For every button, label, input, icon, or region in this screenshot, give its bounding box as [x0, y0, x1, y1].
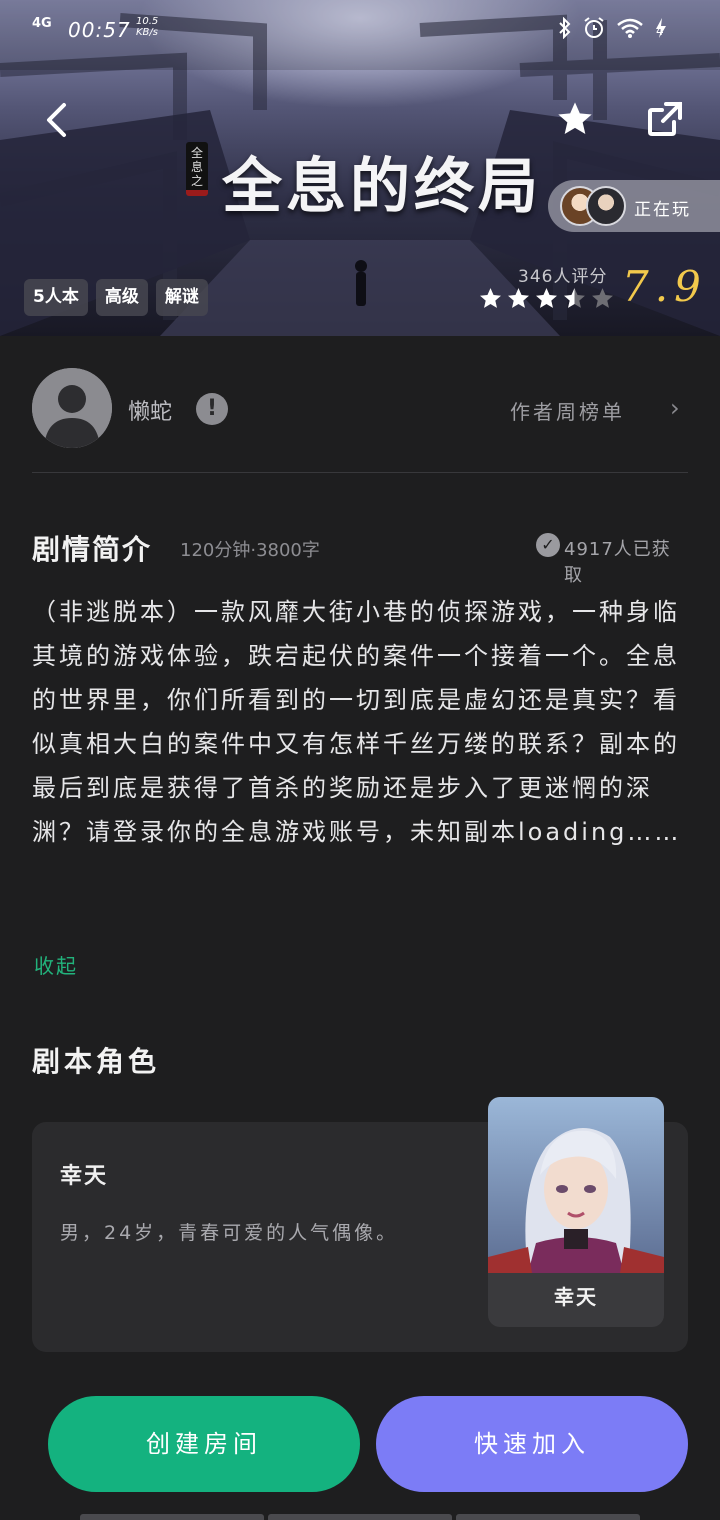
check-circle-icon: ✓	[536, 533, 560, 557]
now-playing-label: 正在玩	[634, 200, 691, 220]
share-button[interactable]	[642, 96, 688, 142]
share-icon	[648, 102, 682, 136]
rating-score: 7.9	[622, 262, 707, 311]
role-description: 男，24岁，青春可爱的人气偶像。	[60, 1222, 399, 1244]
network-speed-value: 10.5	[136, 16, 159, 27]
signal-indicator: 4G	[32, 16, 52, 31]
star-empty-icon	[592, 288, 613, 308]
default-avatar-icon	[32, 368, 112, 448]
chevron-right-icon[interactable]: ›	[670, 394, 680, 422]
status-bar: 4G 00:57 10.5 KB/s 4	[0, 0, 720, 64]
author-name: 懒蛇	[128, 400, 173, 425]
tag-difficulty: 高级	[95, 279, 148, 316]
star-full-icon	[536, 288, 557, 308]
quick-join-button[interactable]: 快速加入	[376, 1396, 688, 1492]
player-avatar	[586, 186, 626, 226]
player-avatars	[560, 186, 626, 226]
synopsis-body: （非逃脱本）一款风靡大街小巷的侦探游戏，一种身临其境的游戏体验，跌宕起伏的案件一…	[32, 598, 682, 846]
author-weekly-ranking-link[interactable]: 作者周榜单	[510, 396, 625, 425]
role-portrait-name: 幸天	[554, 1285, 598, 1309]
network-speed-unit: KB/s	[136, 27, 158, 38]
script-tags: 5人本 高级 解谜	[24, 279, 208, 316]
star-full-icon	[480, 288, 501, 308]
role-name: 幸天	[60, 1164, 109, 1189]
chevron-left-icon	[47, 103, 66, 137]
tag-genre: 解谜	[155, 279, 208, 316]
status-icons	[558, 16, 668, 40]
role-portrait-image	[488, 1097, 664, 1273]
rating-count: 346人评分	[518, 267, 608, 287]
exclamation-icon[interactable]: !	[196, 393, 228, 425]
title-seal-logo: 全息之	[186, 142, 208, 196]
author-row[interactable]: 懒蛇 ! 作者周榜单 ›	[32, 368, 688, 448]
star-icon	[558, 102, 592, 134]
collapse-link[interactable]: 收起	[34, 950, 78, 979]
alarm-icon	[584, 17, 604, 38]
network-speed: 10.5 KB/s	[136, 16, 166, 38]
rating-stars	[478, 286, 615, 311]
bottom-scroll-indicator	[80, 1514, 640, 1520]
back-button[interactable]	[34, 98, 78, 142]
star-full-icon	[508, 288, 529, 308]
create-room-button[interactable]: 创建房间	[48, 1396, 360, 1492]
synopsis-meta: 120分钟·3800字	[180, 540, 320, 561]
favorite-button[interactable]	[552, 96, 598, 142]
role-portrait-card[interactable]: 幸天	[488, 1097, 664, 1327]
bluetooth-icon	[559, 17, 571, 39]
now-playing-pill[interactable]: 正在玩	[548, 180, 720, 232]
status-time: 00:57	[68, 18, 131, 42]
synopsis-title: 剧情简介	[32, 533, 153, 566]
author-avatar[interactable]	[32, 368, 112, 448]
section-divider	[32, 472, 688, 473]
synopsis-header: 剧情简介 120分钟·3800字 ✓ 4917人已获取	[32, 528, 688, 586]
tag-players: 5人本	[24, 279, 88, 316]
battery-level: 4	[656, 24, 664, 38]
script-title: 全息的终局	[222, 152, 542, 222]
star-half-icon	[564, 288, 585, 308]
wifi-icon	[617, 18, 643, 38]
obtained-count: 4917人已获取	[564, 539, 671, 586]
roles-section-title: 剧本角色	[32, 1045, 161, 1078]
hero-banner: 4G 00:57 10.5 KB/s 4 全息之 全息的终局 正在玩 5人本 高…	[0, 0, 720, 336]
